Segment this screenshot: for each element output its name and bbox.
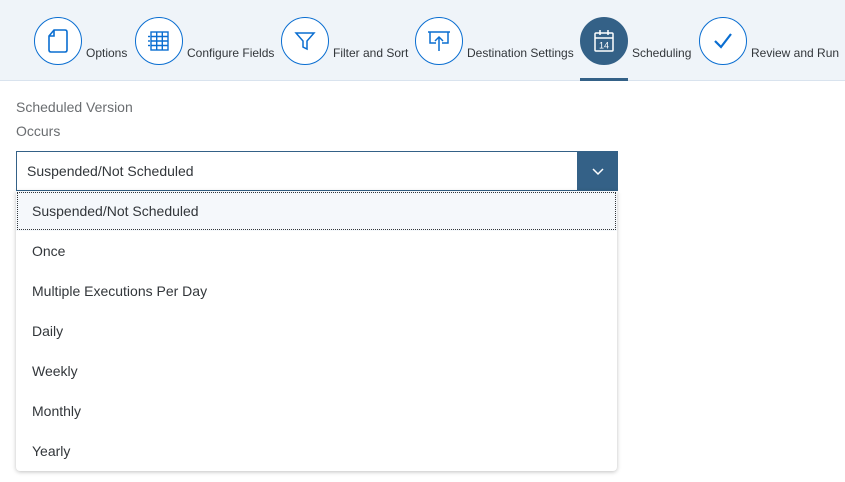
step-destination-settings-circle[interactable] [415,17,463,65]
presentation-upload-icon [428,31,450,51]
step-filter-and-sort[interactable]: Filter and Sort [281,17,408,65]
step-options[interactable]: Options [34,17,127,65]
step-scheduling-circle[interactable]: 14 [580,17,628,65]
occurs-option-suspended[interactable]: Suspended/Not Scheduled [16,191,617,231]
calendar-icon: 14 [594,30,614,52]
occurs-option-multiple-per-day[interactable]: Multiple Executions Per Day [16,271,617,311]
step-filter-and-sort-circle[interactable] [281,17,329,65]
occurs-select-toggle[interactable] [577,151,618,191]
step-review-and-run-label: Review and Run [751,46,840,60]
occurs-select-value: Suspended/Not Scheduled [27,163,194,179]
occurs-option-once[interactable]: Once [16,231,617,271]
scheduled-version-label: Scheduled Version [16,99,133,115]
step-configure-fields-label: Configure Fields [187,46,275,60]
occurs-option-monthly[interactable]: Monthly [16,391,617,431]
occurs-option-weekly[interactable]: Weekly [16,351,617,391]
chevron-down-icon [591,168,604,176]
occurs-option-yearly[interactable]: Yearly [16,431,617,471]
occurs-option-daily[interactable]: Daily [16,311,617,351]
step-scheduling-label: Scheduling [632,46,692,60]
occurs-select[interactable]: Suspended/Not Scheduled [16,151,618,191]
occurs-dropdown-list: Suspended/Not Scheduled Once Multiple Ex… [16,191,617,471]
step-scheduling[interactable]: 14 Scheduling [580,17,691,65]
occurs-label: Occurs [16,123,61,139]
wizard-header: Options Configure Fields Filter and Sort [0,0,845,81]
step-configure-fields-circle[interactable] [135,17,183,65]
calendar-day-number: 14 [599,41,609,51]
step-options-label: Options [86,46,128,60]
filter-icon [294,32,316,51]
step-options-circle[interactable] [34,17,82,65]
step-destination-settings-label: Destination Settings [467,46,574,60]
document-icon [48,29,68,53]
checkmark-icon [714,33,732,49]
active-step-indicator [580,78,628,81]
table-grid-icon [148,31,169,51]
step-configure-fields[interactable]: Configure Fields [135,17,274,65]
step-review-and-run[interactable]: Review and Run [699,17,839,65]
step-destination-settings[interactable]: Destination Settings [415,17,574,65]
step-filter-and-sort-label: Filter and Sort [333,46,409,60]
step-review-and-run-circle[interactable] [699,17,747,65]
